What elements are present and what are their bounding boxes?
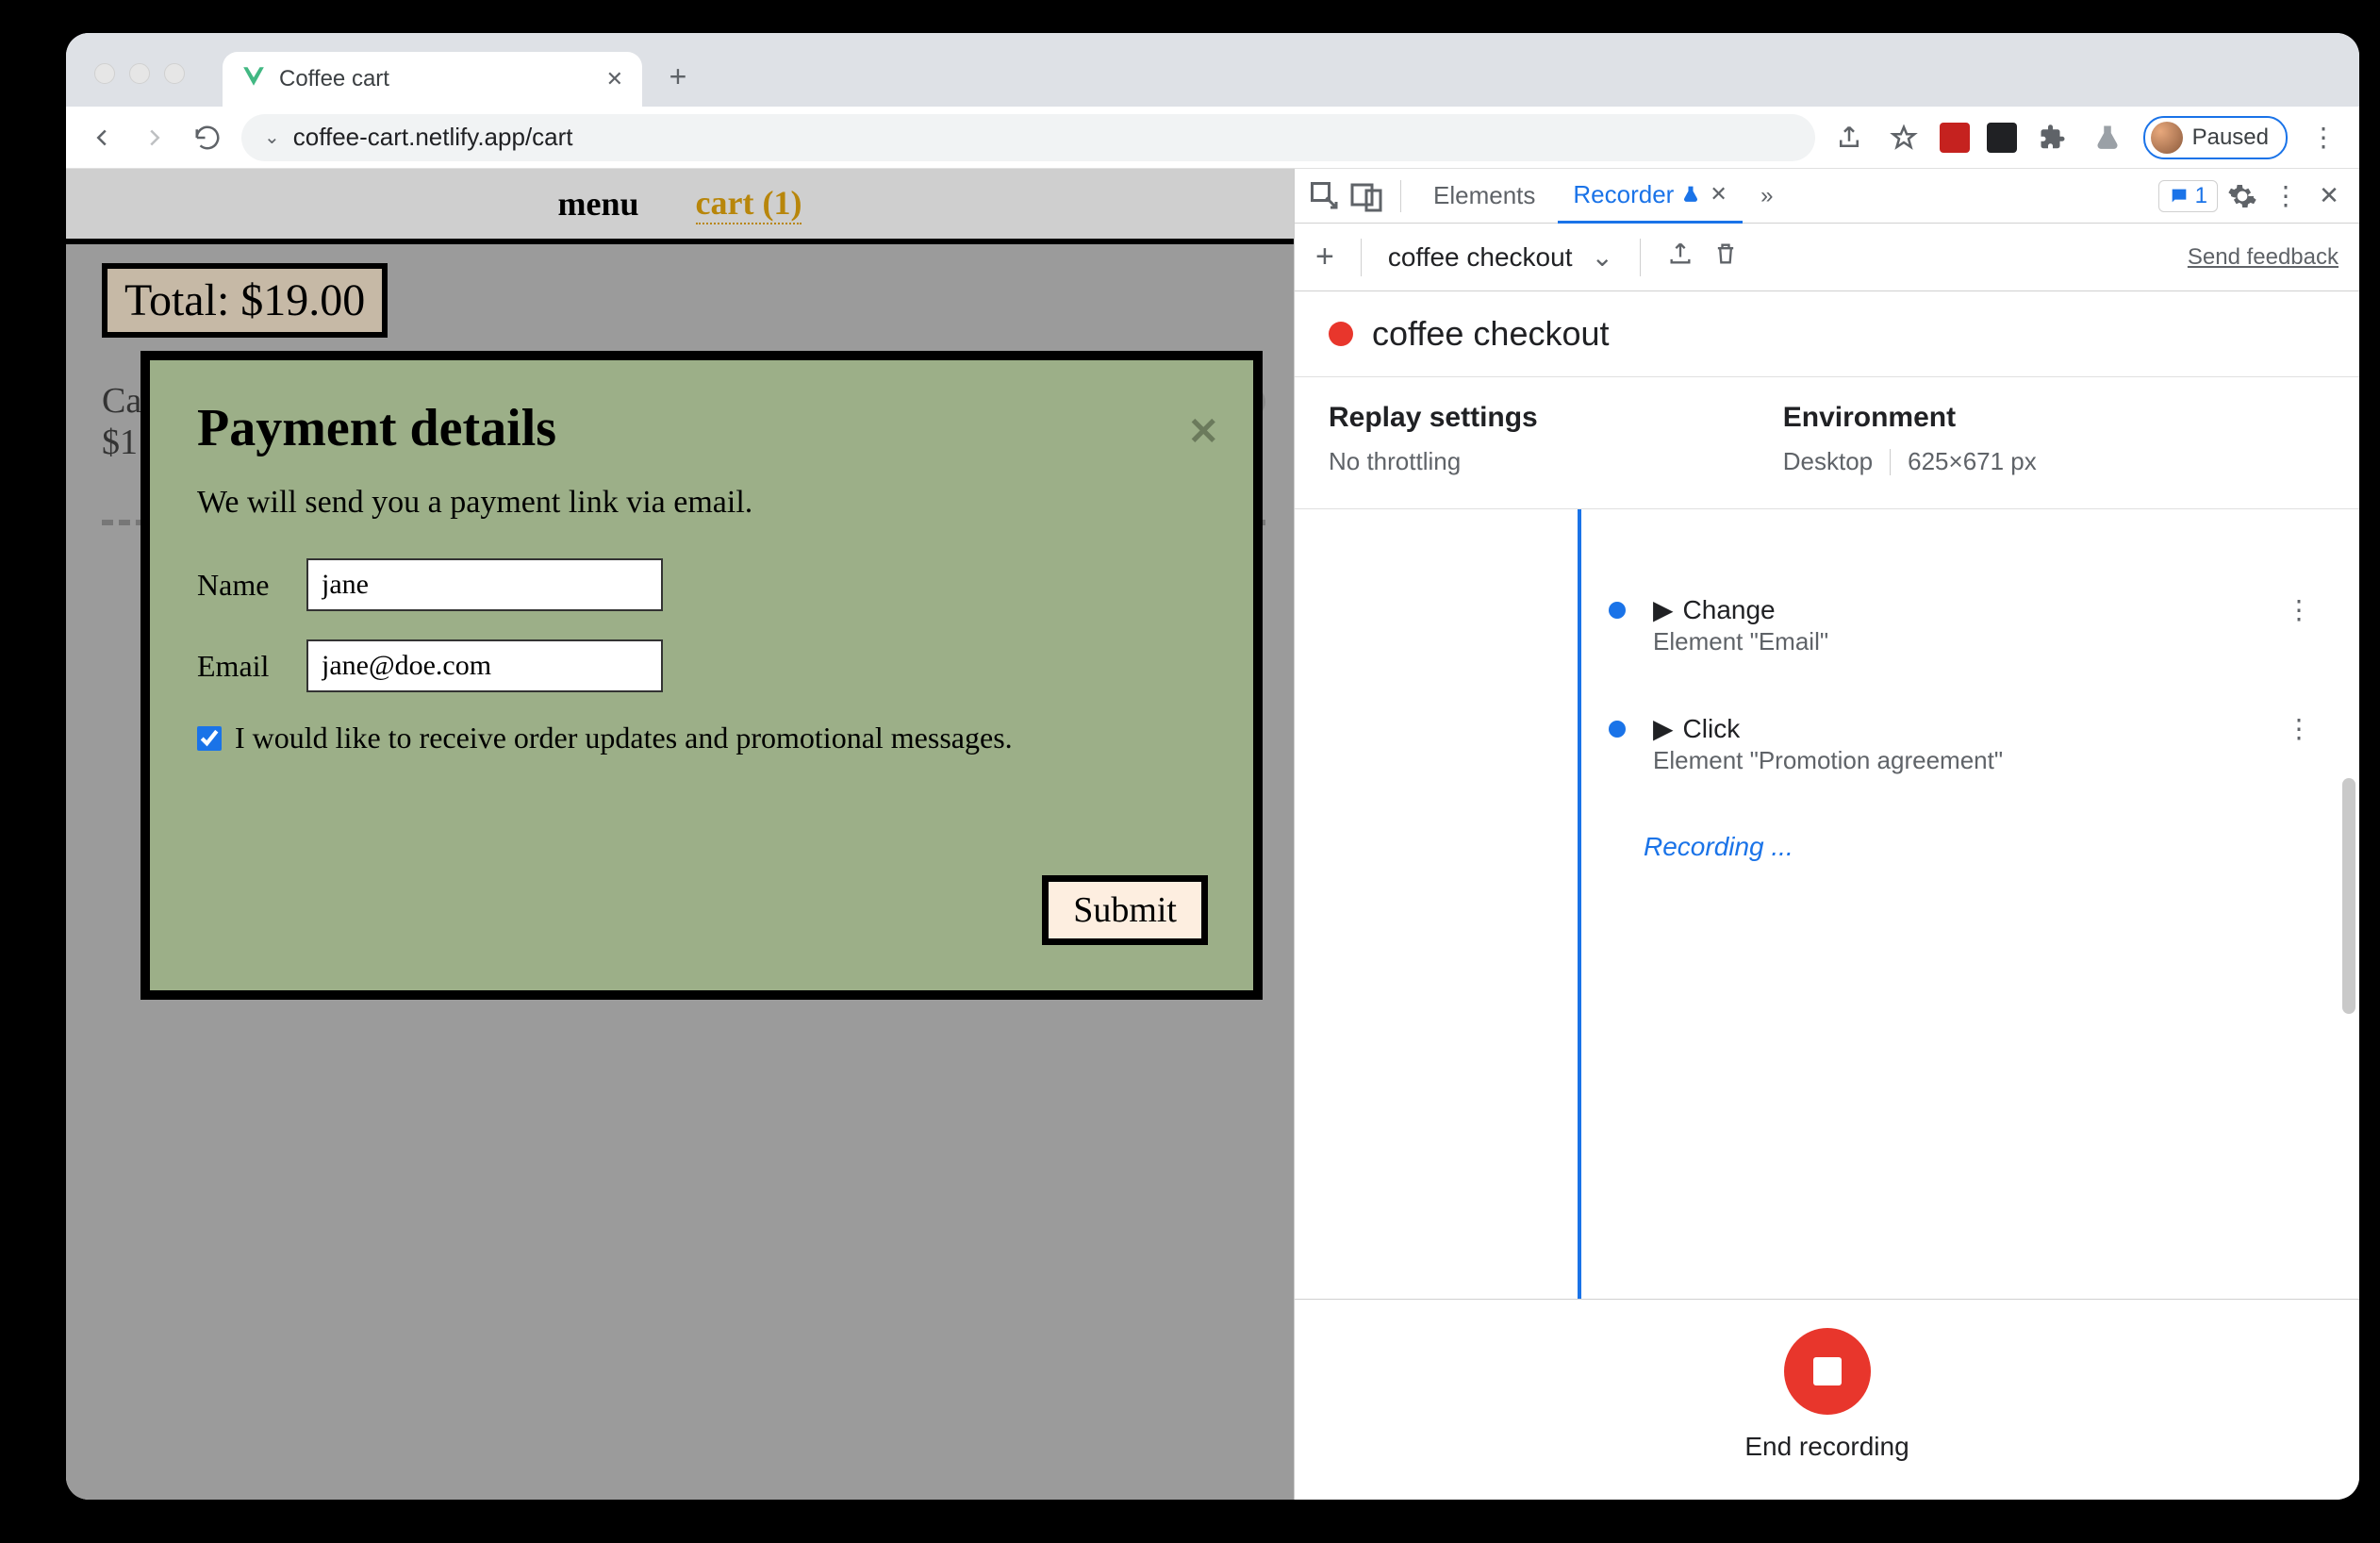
nav-cart[interactable]: cart (1) [696, 183, 802, 224]
devtools-close-icon[interactable]: ✕ [2312, 179, 2346, 213]
chat-icon [2169, 186, 2190, 207]
close-tab-icon[interactable]: ✕ [606, 67, 623, 91]
tab-elements[interactable]: Elements [1418, 170, 1550, 222]
close-icon[interactable]: ✕ [1187, 409, 1219, 454]
recorder-settings: Replay settings No throttling Environmen… [1295, 377, 2359, 509]
profile-paused-badge[interactable]: Paused [2143, 116, 2288, 159]
recorder-toolbar: + coffee checkout ⌄ Send feedback [1295, 224, 2359, 291]
step-item[interactable]: ▶Click Element "Promotion agreement" ⋮ [1596, 713, 2322, 775]
avatar-icon [2151, 122, 2183, 154]
new-tab-button[interactable]: + [659, 59, 697, 97]
name-label: Name [197, 568, 282, 603]
send-feedback-link[interactable]: Send feedback [2188, 244, 2339, 271]
chevron-right-icon[interactable]: ▶ [1653, 594, 1674, 625]
settings-gear-icon[interactable] [2225, 179, 2259, 213]
email-label: Email [197, 649, 282, 684]
export-icon[interactable] [1667, 241, 1694, 274]
environment-label: Environment [1783, 402, 2037, 434]
reload-icon[interactable] [189, 119, 226, 157]
recording-dot-icon [1329, 322, 1353, 346]
end-recording-area: End recording [1295, 1299, 2359, 1500]
devtools-tabs: Elements Recorder ✕ » 1 ⋮ ✕ [1295, 169, 2359, 224]
inspect-icon[interactable] [1308, 179, 1342, 213]
promo-label: I would like to receive order updates an… [235, 721, 1013, 755]
new-recording-icon[interactable]: + [1315, 239, 1334, 275]
email-input[interactable] [306, 639, 663, 692]
extension-red-icon[interactable] [1940, 123, 1970, 153]
more-tabs-icon[interactable]: » [1750, 179, 1784, 213]
forward-icon[interactable] [136, 119, 174, 157]
browser-tab[interactable]: Coffee cart ✕ [223, 52, 642, 107]
recording-name[interactable]: coffee checkout [1388, 242, 1573, 273]
stop-icon [1813, 1357, 1842, 1385]
toolbar-right: Paused ⋮ [1830, 116, 2342, 159]
devtools-panel: Elements Recorder ✕ » 1 ⋮ ✕ + [1294, 169, 2359, 1500]
issues-badge[interactable]: 1 [2158, 180, 2218, 212]
devtools-menu-icon[interactable]: ⋮ [2267, 180, 2305, 211]
submit-button[interactable]: Submit [1042, 875, 1208, 945]
content-row: menu cart (1) Total: $19.00 Ca $1 00 x ✕… [66, 169, 2359, 1500]
address-bar[interactable]: ⌄ coffee-cart.netlify.app/cart [241, 114, 1815, 161]
bookmark-star-icon[interactable] [1885, 119, 1923, 157]
vue-favicon-icon [241, 64, 266, 95]
recording-title-row: coffee checkout [1295, 291, 2359, 377]
app-pane: menu cart (1) Total: $19.00 Ca $1 00 x ✕… [66, 169, 1294, 1500]
window-controls[interactable] [94, 63, 185, 84]
tab-bar: Coffee cart ✕ + [66, 33, 2359, 107]
labs-flask-icon[interactable] [2089, 119, 2126, 157]
name-input[interactable] [306, 558, 663, 611]
chevron-right-icon[interactable]: ▶ [1653, 713, 1674, 744]
recording-title: coffee checkout [1372, 314, 1610, 354]
step-dot-icon [1609, 602, 1626, 619]
close-recorder-icon[interactable]: ✕ [1710, 182, 1727, 207]
modal-title: Payment details [197, 398, 1206, 458]
browser-window: Coffee cart ✕ + ⌄ coffee-cart.netlify.ap… [66, 33, 2359, 1500]
total-badge[interactable]: Total: $19.00 [102, 263, 388, 338]
replay-settings-label: Replay settings [1329, 402, 1538, 434]
app-nav: menu cart (1) [66, 169, 1294, 239]
share-icon[interactable] [1830, 119, 1868, 157]
step-menu-icon[interactable]: ⋮ [2286, 594, 2322, 625]
tab-title: Coffee cart [279, 66, 389, 92]
promo-checkbox[interactable] [197, 726, 222, 751]
step-item[interactable]: ▶Change Element "Email" ⋮ [1596, 594, 2322, 656]
nav-menu[interactable]: menu [558, 184, 639, 224]
browser-menu-icon[interactable]: ⋮ [2305, 122, 2342, 153]
cart-item-name: Ca [102, 380, 141, 422]
replay-settings-value[interactable]: No throttling [1329, 447, 1538, 476]
end-recording-button[interactable] [1784, 1328, 1871, 1415]
timeline-line [1578, 509, 1581, 1299]
profile-status: Paused [2192, 124, 2269, 151]
cart-item-price: $1 [102, 422, 141, 463]
recording-dropdown-icon[interactable]: ⌄ [1591, 241, 1612, 273]
extensions-icon[interactable] [2034, 119, 2072, 157]
payment-modal: ✕ Payment details We will send you a pay… [140, 351, 1263, 1000]
site-info-icon[interactable]: ⌄ [264, 125, 280, 149]
delete-icon[interactable] [1712, 241, 1739, 274]
end-recording-label: End recording [1744, 1432, 1909, 1462]
environment-value[interactable]: Desktop 625×671 px [1783, 447, 2037, 476]
recording-status: Recording ... [1644, 832, 2322, 862]
steps-area: ▶Change Element "Email" ⋮ ▶Click Element… [1295, 509, 2359, 1299]
step-target: Element "Promotion agreement" [1653, 746, 2286, 775]
tab-recorder[interactable]: Recorder ✕ [1558, 169, 1742, 224]
device-toolbar-icon[interactable] [1349, 179, 1383, 213]
modal-subtitle: We will send you a payment link via emai… [197, 485, 1206, 521]
step-target: Element "Email" [1653, 627, 2286, 656]
url-text: coffee-cart.netlify.app/cart [293, 123, 573, 152]
step-dot-icon [1609, 721, 1626, 738]
scrollbar[interactable] [2342, 778, 2355, 1014]
flask-icon [1681, 185, 1700, 204]
extension-dark-icon[interactable] [1987, 123, 2017, 153]
step-menu-icon[interactable]: ⋮ [2286, 713, 2322, 744]
address-row: ⌄ coffee-cart.netlify.app/cart Paused ⋮ [66, 107, 2359, 169]
back-icon[interactable] [83, 119, 121, 157]
